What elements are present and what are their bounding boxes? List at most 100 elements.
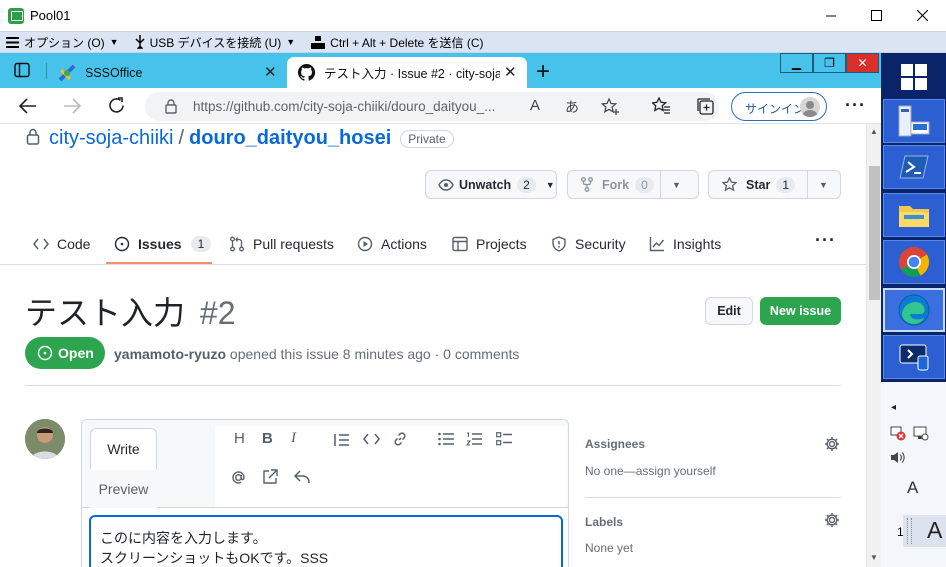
assignees-label[interactable]: Assignees [585,437,645,451]
inner-restore-button[interactable]: ❐ [813,53,846,73]
nav-projects[interactable]: Projects [452,232,527,256]
ime-mode-box[interactable]: A [903,515,946,547]
taskbar-remote-app[interactable] [883,335,945,379]
reply-icon[interactable] [294,470,311,484]
star-button[interactable]: Star 1 [709,176,807,193]
menu-ctrl-alt-del[interactable]: Ctrl + Alt + Delete を送信 (C) [305,34,484,51]
issue-opened-icon [37,345,53,361]
repo-owner-link[interactable]: city-soja-chiiki [49,127,173,150]
link-icon[interactable] [392,431,408,447]
ime-indicator[interactable]: A [907,478,918,498]
signin-button[interactable]: サインイン [731,92,827,121]
menu-usb[interactable]: USB デバイスを接続 (U) ▼ [129,34,295,51]
nav-actions[interactable]: Actions [357,232,427,256]
scroll-thumb[interactable] [869,166,880,300]
taskbar-chrome[interactable] [883,240,945,284]
taskbar-edge[interactable] [883,288,945,332]
fork-dropdown-icon[interactable]: ▼ [672,180,681,190]
back-icon[interactable] [19,97,37,115]
bulleted-list-icon[interactable] [438,432,454,446]
table-icon [452,236,468,252]
italic-icon[interactable]: I [291,430,296,447]
star-count: 1 [776,176,796,193]
refresh-icon[interactable] [107,96,126,115]
close-button[interactable] [899,0,945,31]
tab-close-icon[interactable]: ✕ [504,63,517,81]
fork-button[interactable]: Fork 0 [568,176,660,193]
inner-close-button[interactable]: ✕ [846,53,879,73]
tab-sssoffice[interactable]: SSSOffice ✕ [52,57,285,88]
scroll-down-icon[interactable]: ▼ [870,553,878,562]
nav-actions-label: Actions [381,236,427,252]
pull-request-icon [230,236,244,252]
page-scrollbar[interactable]: ▲ ▼ [866,124,881,567]
star-dropdown-icon[interactable]: ▼ [819,180,828,190]
collections-icon[interactable] [696,97,715,116]
user-avatar[interactable] [25,419,65,459]
labels-label[interactable]: Labels [585,515,623,529]
remote-desktop-icon [899,344,929,371]
browser-menu-button[interactable]: ··· [845,95,866,116]
nav-more-button[interactable]: ··· [815,230,836,251]
cross-reference-icon[interactable] [262,469,279,485]
bold-icon[interactable]: B [262,430,273,447]
nav-projects-label: Projects [476,236,527,252]
watch-button[interactable]: Unwatch 2 ▼ [425,170,557,199]
issue-author-link[interactable]: yamamoto-ryuzo [114,346,226,362]
translate-icon[interactable]: あ [565,97,579,117]
tab-actions-icon[interactable] [14,62,30,78]
minimize-button[interactable] [808,0,854,31]
windows-logo-icon [901,64,927,90]
tray-expand-icon[interactable]: ◂ [891,402,896,413]
quote-icon[interactable] [334,433,350,447]
nav-code[interactable]: Code [33,232,90,256]
taskbar-powershell[interactable] [883,145,945,189]
task-list-icon[interactable] [496,432,512,446]
nav-divider [0,264,866,265]
labels-gear-icon[interactable] [824,512,840,528]
write-tab[interactable]: Write [90,428,157,470]
watch-count: 2 [517,176,536,193]
nav-insights[interactable]: Insights [649,232,721,256]
new-tab-button[interactable]: + [536,58,550,86]
maximize-button[interactable] [853,0,899,31]
mention-icon[interactable] [230,469,247,486]
repo-name-link[interactable]: douro_daityou_hosei [189,127,391,150]
menu-options[interactable]: オプション (O) ▼ [0,34,119,51]
comment-textarea[interactable]: このに内容を入力します。 スクリーンショットもOKです。SSS [89,515,563,567]
visibility-badge: Private [400,129,454,148]
code-icon[interactable] [363,433,380,445]
hamburger-icon [6,36,19,48]
sssoffice-icon [58,64,76,82]
server-manager-icon [898,105,930,137]
inner-minimize-button[interactable]: ▁ [780,53,813,73]
edge-icon [898,294,930,326]
assignees-gear-icon[interactable] [824,436,840,452]
address-bar[interactable]: https://github.com/city-soja-chiiki/dour… [145,92,719,121]
new-issue-button[interactable]: New issue [760,297,841,325]
forward-icon[interactable] [63,97,81,115]
tab-github-issue[interactable]: テスト入力 · Issue #2 · city-soja-chiiki ✕ [287,57,527,88]
read-aloud-icon[interactable]: A [530,97,540,114]
star-label: Star [746,177,771,192]
numbered-list-icon[interactable] [466,432,482,446]
heading-icon[interactable]: H [234,430,245,447]
edit-button[interactable]: Edit [705,297,753,325]
taskbar-file-explorer[interactable] [883,193,945,237]
start-button[interactable] [883,55,945,99]
taskbar-server-manager[interactable] [883,99,945,143]
display-icon[interactable] [913,426,929,441]
url-text: https://github.com/city-soja-chiiki/dour… [193,99,496,114]
issues-count-badge: 1 [190,236,212,252]
nav-security[interactable]: Security [551,232,626,256]
nav-issues[interactable]: Issues 1 [114,232,212,256]
assignees-value[interactable]: No one—assign yourself [585,464,716,478]
favorites-icon[interactable] [652,97,671,115]
tab-close-icon[interactable]: ✕ [264,63,277,81]
network-warning-icon[interactable] [890,426,906,441]
nav-pull-requests[interactable]: Pull requests [229,232,334,256]
add-favorite-icon[interactable] [601,97,620,116]
volume-icon[interactable] [890,450,906,465]
preview-tab[interactable]: Preview [90,470,157,508]
scroll-up-icon[interactable]: ▲ [870,127,878,136]
